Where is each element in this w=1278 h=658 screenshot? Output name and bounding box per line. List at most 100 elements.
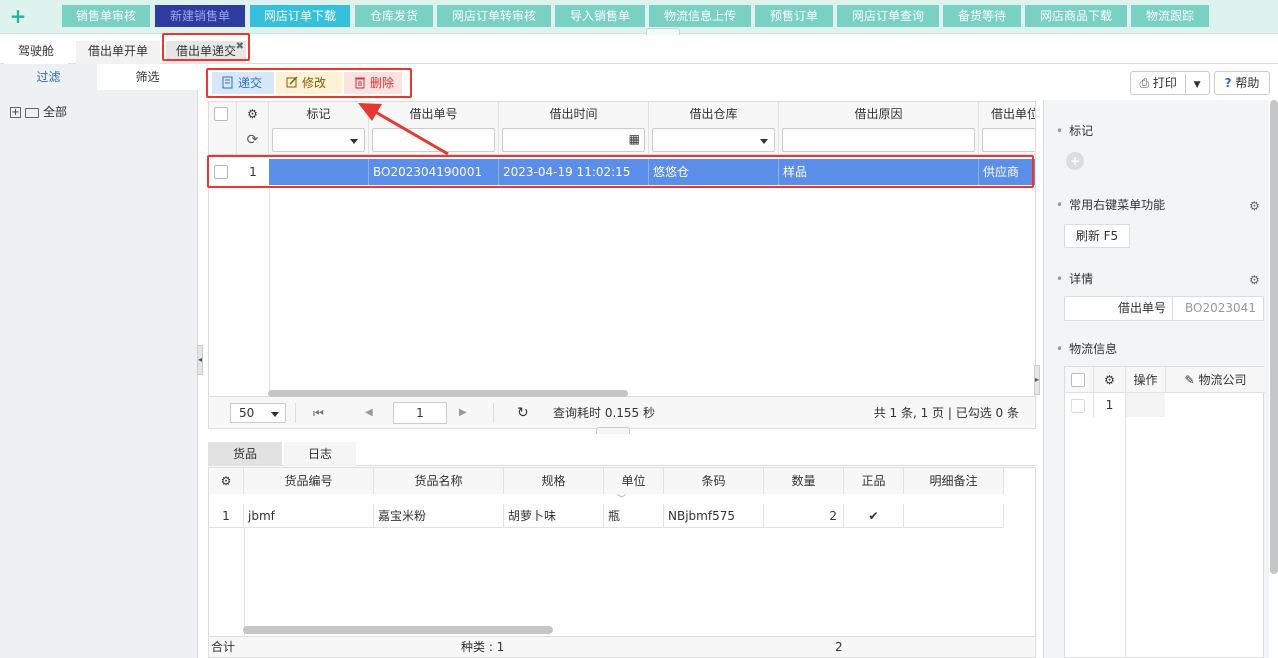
- topbtn-import-sales[interactable]: 导入销售单: [555, 5, 645, 27]
- topbtn-online-goods-download[interactable]: 网店商品下载: [1025, 5, 1127, 27]
- company-label: 物流公司: [1198, 373, 1247, 387]
- horizontal-scrollbar[interactable]: [243, 626, 553, 634]
- filter-mark-select[interactable]: [272, 128, 365, 152]
- tab-loan-create[interactable]: 借出单开单: [76, 41, 160, 64]
- filter-reason-input[interactable]: [782, 128, 975, 152]
- horizontal-scrollbar[interactable]: [268, 390, 628, 397]
- filter-warehouse-select[interactable]: [652, 128, 775, 152]
- tab-filter[interactable]: 过滤: [0, 64, 97, 90]
- refresh-button[interactable]: 刷新 F5: [1064, 224, 1130, 248]
- goods-footer: 合计 种类 : 1 2: [208, 637, 1036, 658]
- split-handle[interactable]: [596, 427, 630, 434]
- header-time[interactable]: 借出时间: [499, 102, 649, 126]
- logistics-grid: ⚙ 操作 ✎ 物流公司 1: [1064, 366, 1265, 658]
- divider: [295, 403, 296, 423]
- header-mark[interactable]: 标记: [269, 102, 369, 126]
- refresh-icon[interactable]: ⟳: [237, 126, 269, 154]
- filter-warehouse: [649, 126, 779, 154]
- printer-icon: ⎙: [1139, 76, 1150, 90]
- tab-log[interactable]: 日志: [284, 442, 356, 466]
- print-label: 打印: [1152, 76, 1177, 90]
- filter-order-no: [369, 126, 499, 154]
- filter-time-input[interactable]: ▦: [502, 128, 645, 152]
- header-unit[interactable]: 借出单位: [979, 102, 1035, 126]
- cell-spec: 胡萝卜味: [504, 504, 604, 528]
- gear-icon[interactable]: ⚙: [209, 468, 244, 494]
- chevron-down-icon: [350, 139, 358, 144]
- topbtn-online-order-review[interactable]: 网店订单转审核: [437, 5, 551, 27]
- row-checkbox[interactable]: [1071, 399, 1085, 413]
- gear-icon[interactable]: ⚙: [237, 102, 269, 126]
- vertical-scrollbar[interactable]: [1270, 100, 1278, 574]
- divider: [1125, 417, 1126, 657]
- filter-unit: [979, 126, 1035, 154]
- header-goods-name[interactable]: 货品名称: [374, 468, 504, 494]
- menu-title: 常用右键菜单功能: [1056, 196, 1165, 213]
- header-reason[interactable]: 借出原因: [779, 102, 979, 126]
- topbtn-logistics-upload[interactable]: 物流信息上传: [649, 5, 751, 27]
- tab-goods[interactable]: 货品: [208, 442, 282, 466]
- reload-icon[interactable]: ↻: [517, 397, 529, 429]
- topbtn-logistics-track[interactable]: 物流跟踪: [1131, 5, 1209, 27]
- gear-icon[interactable]: ⚙: [1249, 274, 1261, 286]
- page-size-select[interactable]: 50: [230, 403, 286, 423]
- page-input[interactable]: 1: [393, 402, 447, 424]
- filter-unit-input[interactable]: [982, 128, 1035, 152]
- header-remark[interactable]: 明细备注: [904, 468, 1004, 494]
- expand-icon[interactable]: +: [10, 107, 21, 118]
- header-genuine[interactable]: 正品: [844, 468, 904, 494]
- header-order-no[interactable]: 借出单号: [369, 102, 499, 126]
- topbtn-sales-review[interactable]: 销售单审核: [62, 5, 150, 27]
- question-icon: ?: [1224, 76, 1232, 90]
- tab-dashboard[interactable]: 驾驶舱: [4, 41, 68, 64]
- topbtn-stock-waiting[interactable]: 备货等待: [943, 5, 1021, 27]
- collapse-handle[interactable]: [646, 28, 680, 35]
- help-button[interactable]: ? 帮助: [1214, 71, 1270, 95]
- add-mark-icon[interactable]: +: [1066, 152, 1084, 170]
- calendar-icon[interactable]: ▦: [629, 132, 640, 146]
- collapse-left-handle[interactable]: ◂: [197, 345, 203, 375]
- next-page-icon[interactable]: ▶: [459, 397, 467, 429]
- header-spec[interactable]: 规格: [504, 468, 604, 494]
- topbtn-online-order-query[interactable]: 网店订单查询: [837, 5, 939, 27]
- page-size-value: 50: [239, 406, 255, 420]
- cell-remark: [904, 504, 1004, 528]
- filter-empty: [209, 126, 237, 154]
- collapse-right-handle[interactable]: ▸: [1034, 365, 1040, 395]
- cell-goods-name: 嘉宝米粉: [374, 504, 504, 528]
- topbtn-new-sales-order[interactable]: 新建销售单: [155, 5, 245, 27]
- add-icon[interactable]: +: [8, 5, 28, 27]
- header-barcode[interactable]: 条码: [664, 468, 764, 494]
- header-goods-code[interactable]: 货品编号: [244, 468, 374, 494]
- tree-item-all[interactable]: + 全部: [10, 104, 67, 120]
- topbtn-online-order-download[interactable]: 网店订单下载: [250, 5, 350, 27]
- tab-select[interactable]: 筛选: [97, 64, 198, 90]
- select-all-checkbox[interactable]: [1071, 373, 1085, 387]
- goods-grid: ⚙ 货品编号 货品名称 规格 单位 条码 数量 正品 明细备注 ﹀ 1 jbmf…: [208, 467, 1036, 637]
- topbtn-presale[interactable]: 预售订单: [755, 5, 833, 27]
- pagination: 50 ⏮ ◀ 1 ▶ ↻ 查询耗时 0.155 秒 共 1 条, 1 页 | 已…: [208, 397, 1036, 429]
- highlight-row-box: [207, 155, 1034, 188]
- chevron-down-icon[interactable]: ▼: [1194, 80, 1201, 90]
- filter-reason: [779, 126, 979, 154]
- row-index: 1: [1093, 393, 1125, 417]
- divider: [493, 403, 494, 423]
- highlight-tab-box: [162, 33, 250, 61]
- header-qty[interactable]: 数量: [764, 468, 844, 494]
- cell-op: [1125, 393, 1165, 417]
- left-panel: 过滤 筛选 + 全部: [0, 64, 198, 658]
- header-company[interactable]: ✎ 物流公司: [1165, 367, 1265, 393]
- header-unit[interactable]: 单位: [604, 468, 664, 494]
- header-warehouse[interactable]: 借出仓库: [649, 102, 779, 126]
- gear-icon[interactable]: ⚙: [1093, 367, 1125, 393]
- prev-page-icon[interactable]: ◀: [365, 397, 373, 429]
- print-button[interactable]: ⎙ 打印 ▼: [1130, 71, 1210, 95]
- select-all-header: [209, 102, 237, 126]
- topbtn-warehouse-ship[interactable]: 仓库发货: [355, 5, 433, 27]
- filter-order-no-input[interactable]: [372, 128, 495, 152]
- detail-title: 详情: [1056, 270, 1093, 287]
- select-all-checkbox[interactable]: [214, 107, 228, 121]
- chevron-down-icon: [271, 412, 279, 417]
- first-page-icon[interactable]: ⏮: [313, 397, 324, 429]
- gear-icon[interactable]: ⚙: [1249, 200, 1261, 212]
